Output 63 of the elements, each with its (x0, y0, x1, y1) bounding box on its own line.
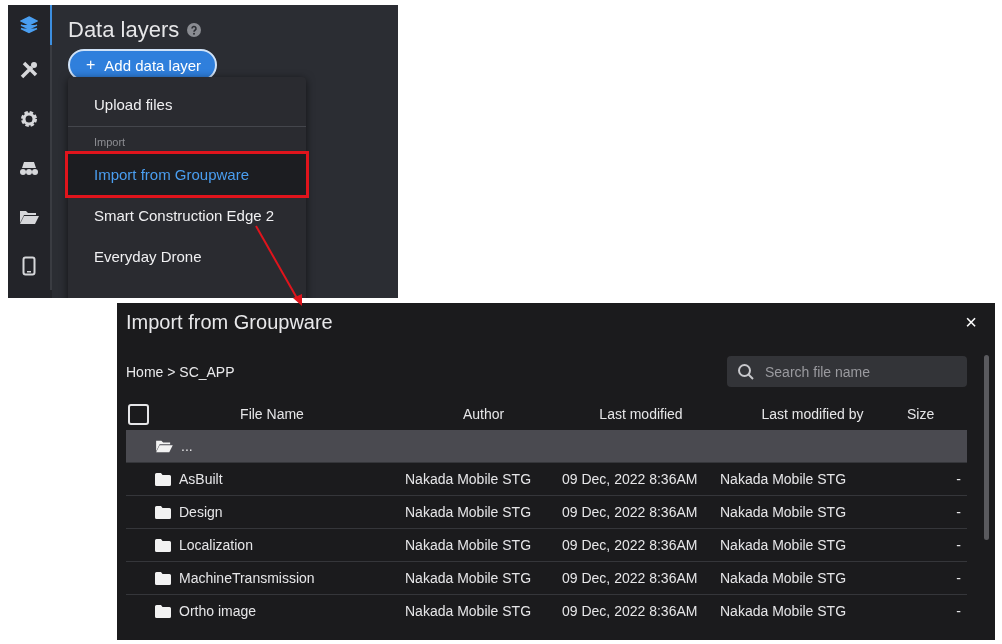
search-icon (737, 362, 755, 381)
modified-by-cell-text: Nakada Mobile STG (720, 504, 848, 520)
scrollbar[interactable] (984, 355, 989, 540)
file-name: AsBuilt (179, 471, 223, 487)
layers-icon (20, 16, 38, 34)
column-header: Last modified by (760, 406, 865, 422)
phone-icon (22, 255, 36, 276)
folder-icon (155, 439, 173, 453)
folder-icon (19, 208, 39, 225)
menu-item[interactable]: Everyday Drone (68, 236, 306, 277)
folder-icon (155, 472, 171, 486)
panel-title: Data layers (68, 17, 180, 43)
date-cell-text: 09 Dec, 2022 8:36AM (562, 603, 699, 619)
modified-by-cell-text: Nakada Mobile STG (720, 537, 848, 553)
folder-icon (155, 571, 171, 585)
dialog-title: Import from Groupware (126, 311, 333, 334)
modified-by-cell-text: Nakada Mobile STG (720, 471, 848, 487)
column-header: Author (461, 406, 506, 422)
date-cell-text: 09 Dec, 2022 8:36AM (562, 570, 699, 586)
column-header: Last modified (598, 406, 684, 422)
author-cell-text: Nakada Mobile STG (405, 570, 533, 586)
modified-by-cell-text: Nakada Mobile STG (720, 570, 848, 586)
table-row[interactable]: Design Nakada Mobile STG 09 Dec, 2022 8:36AM Nakada Mobile STG - (126, 495, 967, 528)
table-row[interactable]: ... (126, 430, 967, 462)
date-cell-text: 09 Dec, 2022 8:36AM (562, 504, 699, 520)
size-cell-text: - (955, 504, 962, 520)
modified-by-cell-text: Nakada Mobile STG (720, 603, 848, 619)
date-cell-text: 09 Dec, 2022 8:36AM (562, 537, 699, 553)
table-row[interactable]: AsBuilt Nakada Mobile STG 09 Dec, 2022 8:36AM Nakada Mobile STG - (126, 462, 967, 495)
size-cell-text: - (955, 603, 962, 619)
table-row[interactable]: Localization Nakada Mobile STG 09 Dec, 2022 8:36AM Nakada Mobile STG - (126, 528, 967, 561)
search-field[interactable]: Search file name (727, 356, 967, 387)
size-cell-text: - (955, 471, 962, 487)
size-cell-text: - (955, 537, 962, 553)
help-icon[interactable] (187, 23, 202, 37)
author-cell-text: Nakada Mobile STG (405, 603, 533, 619)
breadcrumb: Home > SC_APP (126, 363, 235, 380)
menu-item[interactable]: Upload files (68, 77, 306, 127)
folder-icon (155, 505, 171, 519)
tools-icon (19, 59, 39, 80)
file-name: MachineTransmission (179, 570, 315, 586)
author-cell-text: Nakada Mobile STG (405, 471, 533, 487)
column-header: Size (906, 406, 936, 422)
size-cell-text: - (955, 570, 962, 586)
folder-icon (155, 538, 171, 552)
file-name: Localization (179, 537, 253, 553)
settings-icon (19, 108, 39, 129)
table-row[interactable]: MachineTransmission Nakada Mobile STG 09 Dec, 2022 8:36AM Nakada Mobile STG - (126, 561, 967, 594)
date-cell-text: 09 Dec, 2022 8:36AM (562, 471, 699, 487)
select-all-checkbox[interactable] (128, 403, 149, 425)
menu-section-label: Import (93, 135, 127, 150)
search-input[interactable]: Search file name (763, 362, 957, 381)
menu-item[interactable]: Import from Groupware (68, 154, 306, 195)
author-cell-text: Nakada Mobile STG (405, 504, 533, 520)
menu-item[interactable]: Smart Construction Edge 2 (68, 195, 306, 236)
file-name: ... (181, 438, 193, 454)
close-button[interactable]: × (961, 311, 981, 334)
table-row[interactable]: Ortho image Nakada Mobile STG 09 Dec, 2022 8:36AM Nakada Mobile STG - (126, 594, 967, 627)
file-name: Design (179, 504, 223, 520)
column-header: File Name (239, 406, 305, 422)
folder-icon (155, 604, 171, 618)
author-cell-text: Nakada Mobile STG (405, 537, 533, 553)
file-name: Ortho image (179, 603, 257, 619)
